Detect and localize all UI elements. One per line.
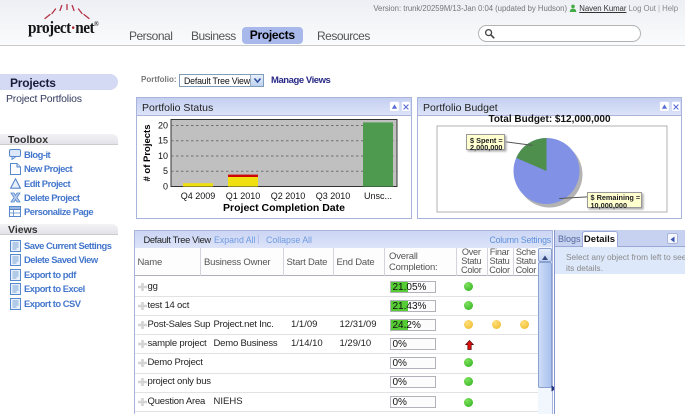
svg-text:15: 15 [158,136,168,146]
svg-text:10: 10 [158,151,168,161]
svg-text:# of Projects: # of Projects [142,124,153,181]
svg-text:0: 0 [163,181,168,191]
svg-text:20: 20 [158,121,168,131]
svg-text:Q1 2010: Q1 2010 [226,191,261,201]
svg-text:Q2 2010: Q2 2010 [271,191,306,201]
svg-text:Q4 2009: Q4 2009 [181,191,216,201]
svg-text:5: 5 [163,166,168,176]
svg-text:Project Completion Date: Project Completion Date [223,202,345,214]
svg-text:Q3 2010: Q3 2010 [316,191,351,201]
svg-text:Unsc...: Unsc... [364,191,392,201]
